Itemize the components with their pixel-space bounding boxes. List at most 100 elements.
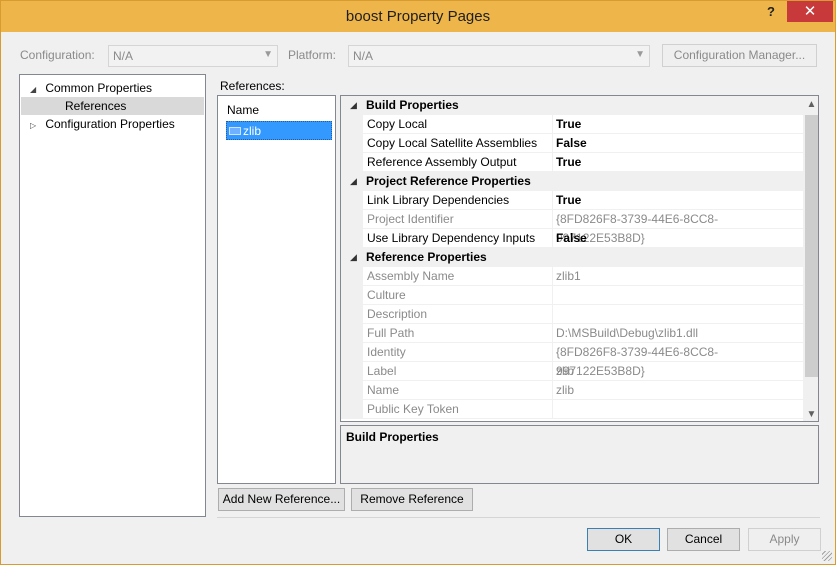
tree-item-label: References <box>65 99 127 113</box>
cancel-button[interactable]: Cancel <box>667 528 740 551</box>
collapse-arrow-icon[interactable]: ◢ <box>350 172 357 191</box>
category-tree[interactable]: ◢ Common Properties References ▷ Configu… <box>19 74 206 517</box>
property-value[interactable]: True <box>553 153 803 172</box>
row-gutter <box>341 343 363 362</box>
platform-dropdown[interactable]: N/A ▼ <box>348 45 650 67</box>
property-value[interactable]: zlib <box>553 362 803 381</box>
property-row[interactable]: Use Library Dependency Inputs False <box>341 229 803 248</box>
property-value[interactable]: False <box>553 229 803 248</box>
row-gutter <box>341 324 363 343</box>
property-row[interactable]: Culture <box>341 286 803 305</box>
property-name: Reference Assembly Output <box>363 153 553 172</box>
property-value[interactable] <box>553 305 803 324</box>
property-row[interactable]: Assembly Name zlib1 <box>341 267 803 286</box>
property-name: Project Identifier <box>363 210 553 229</box>
property-value[interactable]: False <box>553 134 803 153</box>
property-value[interactable]: {8FD826F8-3739-44E6-8CC8-997122E53B8D} <box>553 210 803 245</box>
description-title: Build Properties <box>346 430 439 444</box>
property-name: Assembly Name <box>363 267 553 286</box>
property-name: Copy Local Satellite Assemblies <box>363 134 553 153</box>
close-button[interactable]: ✕ <box>787 1 833 22</box>
property-value[interactable]: zlib1 <box>553 267 803 286</box>
name-column-header[interactable]: Name <box>227 103 259 117</box>
property-row[interactable]: Copy Local True <box>341 115 803 134</box>
property-pages-window: boost Property Pages ? ✕ Configuration: … <box>0 0 836 565</box>
property-name: Copy Local <box>363 115 553 134</box>
property-row[interactable]: Identity {8FD826F8-3739-44E6-8CC8-997122… <box>341 343 803 378</box>
platform-label: Platform: <box>288 48 337 62</box>
project-reference-icon <box>229 127 241 135</box>
description-panel: Build Properties <box>340 425 819 484</box>
property-name: Link Library Dependencies <box>363 191 553 210</box>
property-value[interactable]: {8FD826F8-3739-44E6-8CC8-997122E53B8D} <box>553 343 803 378</box>
property-name: Identity <box>363 343 553 362</box>
remove-reference-button[interactable]: Remove Reference <box>351 488 473 511</box>
row-gutter <box>341 362 363 381</box>
row-gutter <box>341 210 363 229</box>
configuration-value: N/A <box>113 49 134 63</box>
property-name: Use Library Dependency Inputs <box>363 229 553 248</box>
row-gutter <box>341 286 363 305</box>
property-row[interactable]: Reference Assembly Output True <box>341 153 803 172</box>
property-grid[interactable]: ◢ Build Properties Copy Local True Copy … <box>340 95 819 422</box>
row-gutter <box>341 229 363 248</box>
chevron-down-icon: ▼ <box>263 49 273 60</box>
row-gutter <box>341 400 363 419</box>
category-label: Project Reference Properties <box>366 174 531 188</box>
configuration-manager-button[interactable]: Configuration Manager... <box>662 44 817 67</box>
property-value[interactable] <box>553 286 803 305</box>
category-build-properties[interactable]: ◢ Build Properties <box>341 96 803 115</box>
category-label: Build Properties <box>366 98 459 112</box>
property-row[interactable]: Full Path D:\MSBuild\Debug\zlib1.dll <box>341 324 803 343</box>
references-list[interactable]: Name zlib <box>217 95 336 484</box>
tree-item-configuration-properties[interactable]: ▷ Configuration Properties <box>30 115 175 133</box>
property-row[interactable]: Name zlib <box>341 381 803 400</box>
row-gutter <box>341 381 363 400</box>
chevron-down-icon: ▼ <box>635 49 645 60</box>
scrollbar-thumb[interactable] <box>805 115 818 377</box>
category-reference-properties[interactable]: ◢ Reference Properties <box>341 248 803 267</box>
property-name: Description <box>363 305 553 324</box>
property-row[interactable]: Description <box>341 305 803 324</box>
configuration-dropdown[interactable]: N/A ▼ <box>108 45 278 67</box>
scroll-down-icon[interactable]: ▼ <box>803 406 818 421</box>
property-row[interactable]: Copy Local Satellite Assemblies False <box>341 134 803 153</box>
property-value[interactable]: zlib <box>553 381 803 400</box>
row-gutter <box>341 191 363 210</box>
property-name: Full Path <box>363 324 553 343</box>
property-row[interactable]: Project Identifier {8FD826F8-3739-44E6-8… <box>341 210 803 245</box>
ok-button[interactable]: OK <box>587 528 660 551</box>
apply-button[interactable]: Apply <box>748 528 821 551</box>
property-row[interactable]: Public Key Token <box>341 400 803 419</box>
row-gutter <box>341 115 363 134</box>
row-gutter <box>341 153 363 172</box>
tree-item-label: Common Properties <box>45 81 153 95</box>
row-gutter <box>341 267 363 286</box>
resize-grip-icon[interactable] <box>822 551 832 561</box>
property-row[interactable]: Link Library Dependencies True <box>341 191 803 210</box>
tree-item-references[interactable]: References <box>21 97 204 115</box>
property-value[interactable] <box>553 400 803 419</box>
property-value[interactable]: True <box>553 191 803 210</box>
collapse-arrow-icon[interactable]: ◢ <box>350 96 357 115</box>
category-project-reference-properties[interactable]: ◢ Project Reference Properties <box>341 172 803 191</box>
property-row[interactable]: Label zlib <box>341 362 803 381</box>
help-button[interactable]: ? <box>760 4 782 22</box>
property-name: Name <box>363 381 553 400</box>
vertical-scrollbar[interactable]: ▲ ▼ <box>803 96 818 421</box>
property-value[interactable]: D:\MSBuild\Debug\zlib1.dll <box>553 324 803 343</box>
collapse-arrow-icon[interactable]: ◢ <box>350 248 357 267</box>
scroll-up-icon[interactable]: ▲ <box>803 96 818 113</box>
title-bar[interactable]: boost Property Pages ? ✕ <box>1 1 835 32</box>
platform-value: N/A <box>353 49 374 63</box>
row-gutter <box>341 305 363 324</box>
reference-item-zlib[interactable]: zlib <box>226 121 332 140</box>
tree-item-common-properties[interactable]: ◢ Common Properties <box>30 79 152 97</box>
row-gutter <box>341 134 363 153</box>
collapsed-arrow-icon[interactable]: ▷ <box>30 117 42 135</box>
references-label: References: <box>220 79 285 93</box>
window-title: boost Property Pages <box>345 8 491 25</box>
add-new-reference-button[interactable]: Add New Reference... <box>218 488 345 511</box>
separator <box>217 517 820 518</box>
property-value[interactable]: True <box>553 115 803 134</box>
